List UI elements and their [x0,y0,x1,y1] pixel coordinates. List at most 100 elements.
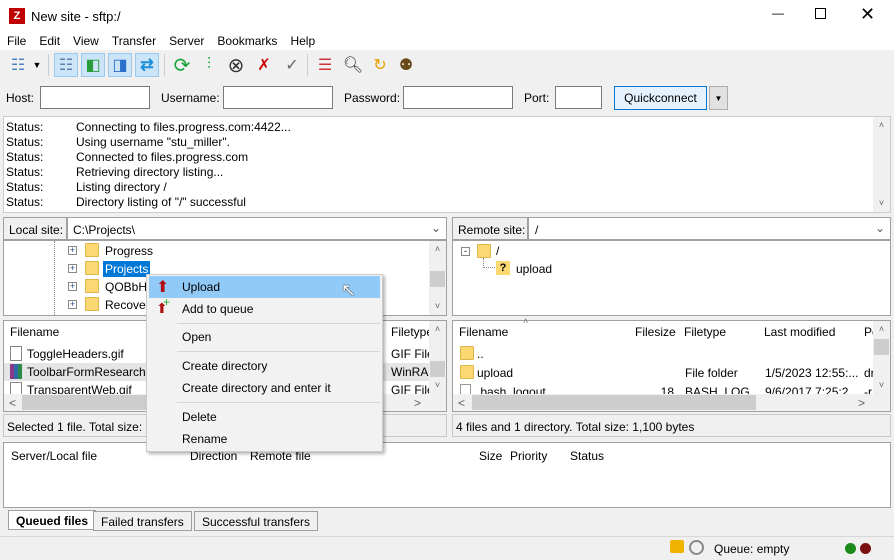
app-icon: Z [9,8,25,24]
image-file-icon [10,346,22,361]
sync-browse-icon[interactable]: ↻ [368,53,392,77]
menu-item-rename[interactable]: Rename [149,428,380,450]
port-label: Port: [524,91,550,105]
chevron-down-icon[interactable]: ⌄ [431,221,441,235]
message-log: Status: Connecting to files.progress.com:… [3,116,891,213]
remote-file-row[interactable]: .. [453,345,874,363]
send-indicator-icon [845,543,856,554]
toolbar: ☷ ▼ ☷ ◧ ◨ ⇄ ⟳ ⫶ ⊗ ✗ ✓ ☰ 🔍︎ ↻ ⚉ [0,50,894,80]
quickconnect-dropdown[interactable]: ▼ [709,86,728,110]
archive-icon [10,364,22,379]
local-site-path[interactable]: C:\Projects\ ⌄ [67,217,447,240]
menu-edit[interactable]: Edit [32,32,66,48]
horizontal-scrollbar[interactable]: < > [453,394,890,411]
password-label: Password: [344,91,401,105]
remote-file-list: Filename ˄ Filesize Filetype Last modified Pe… [452,316,891,412]
menu-view[interactable]: View [66,32,105,48]
chevron-down-icon[interactable]: ⌄ [875,221,885,235]
add-to-queue-icon: ⬆ + [156,295,171,316]
col-size[interactable]: Size [479,449,502,463]
folder-icon [85,243,99,257]
host-input[interactable] [40,86,150,109]
refresh-icon[interactable]: ⟳ [170,53,194,77]
receive-indicator-icon [860,543,871,554]
menu-server[interactable]: Server [162,32,210,48]
quickconnect-button[interactable]: Quickconnect [614,86,707,110]
menu-transfer[interactable]: Transfer [105,32,162,48]
folder-icon [460,346,474,360]
minimize-button[interactable]: — [768,6,788,26]
col-priority[interactable]: Priority [510,449,547,463]
filter-icon[interactable]: ⫶ [197,53,221,77]
toggle-remote-tree-icon[interactable]: ◨ [108,53,132,77]
remote-site-label: Remote site: [452,217,528,240]
folder-icon [85,261,99,275]
tab-queued-files[interactable]: Queued files [8,510,97,530]
tab-failed-transfers[interactable]: Failed transfers [93,511,192,531]
remote-file-row[interactable]: upload File folder 1/5/2023 12:55:... dr [453,364,875,382]
col-last-modified[interactable]: Last modified [764,325,835,339]
menu-item-create-directory[interactable]: Create directory [149,355,380,377]
unknown-folder-icon: ? [496,261,510,275]
local-site-label: Local site: [3,217,67,240]
menu-item-delete[interactable]: Delete [149,406,380,428]
expand-icon[interactable]: + [68,246,77,255]
transfer-queue: Server/Local file Direction Remote file … [3,442,891,508]
col-filetype[interactable]: Filetype [391,325,433,339]
remote-tree: - / ? upload [452,240,891,316]
username-label: Username: [161,91,220,105]
menu-bar: File Edit View Transfer Server Bookmarks Help [0,32,894,50]
toggle-log-icon[interactable]: ☷ [54,53,78,77]
disconnect-icon[interactable]: ✗ [252,53,276,77]
status-bar: Queue: empty [0,536,894,560]
col-filename[interactable]: Filename [459,325,508,339]
remote-path-text: / [535,223,539,237]
col-filename[interactable]: Filename [10,325,59,339]
title-bar: Z New site - sftp:/ — ✕ [0,0,894,32]
remote-status: 4 files and 1 directory. Total size: 1,1… [452,414,891,437]
search-icon[interactable]: 🔍︎ [341,53,365,77]
col-server-local-file[interactable]: Server/Local file [11,449,97,463]
username-input[interactable] [223,86,333,109]
cancel-icon[interactable]: ⊗ [224,53,248,77]
local-tree-item[interactable]: + Progress [4,242,424,260]
directory-comparison-icon[interactable]: ☰ [313,53,337,77]
upload-arrow-icon: ⬆ [156,279,170,296]
menu-item-create-directory-enter[interactable]: Create directory and enter it [149,377,380,399]
menu-file[interactable]: File [0,32,32,48]
reconnect-icon[interactable]: ✓ [280,53,304,77]
expand-icon[interactable]: + [68,300,77,309]
binoculars-icon[interactable]: ⚉ [394,53,418,77]
col-filetype[interactable]: Filetype [684,325,726,339]
menu-help[interactable]: Help [283,32,321,48]
folder-icon [85,297,99,311]
expand-icon[interactable]: + [68,264,77,273]
password-input[interactable] [403,86,513,109]
toggle-queue-icon[interactable]: ⇄ [135,53,159,77]
mouse-cursor-icon: ↖ [341,280,357,300]
col-status[interactable]: Status [570,449,604,463]
sort-arrow-icon: ˄ [523,316,529,326]
window-title: New site - sftp:/ [31,9,121,24]
menu-item-open[interactable]: Open [149,326,380,348]
port-input[interactable] [555,86,602,109]
chevron-down-icon[interactable]: ▼ [30,53,44,77]
close-button[interactable]: ✕ [860,4,875,25]
remote-tree-upload[interactable]: upload [516,262,552,276]
site-manager-icon[interactable]: ☷ [6,53,30,77]
folder-icon [85,279,99,293]
remote-tree-root[interactable]: / [496,244,499,258]
speed-limit-icon[interactable] [689,540,704,555]
host-label: Host: [6,91,35,105]
tab-successful-transfers[interactable]: Successful transfers [194,511,319,531]
lock-icon [670,540,684,553]
maximize-button[interactable] [815,8,826,19]
expand-icon[interactable]: + [68,282,77,291]
folder-icon [460,365,474,379]
remote-site-path[interactable]: / ⌄ [528,217,891,240]
menu-item-add-to-queue[interactable]: ⬆ + Add to queue [149,295,380,320]
menu-bookmarks[interactable]: Bookmarks [210,32,283,48]
col-filesize[interactable]: Filesize [635,325,676,339]
local-path-text: C:\Projects\ [73,223,136,237]
toggle-local-tree-icon[interactable]: ◧ [81,53,105,77]
